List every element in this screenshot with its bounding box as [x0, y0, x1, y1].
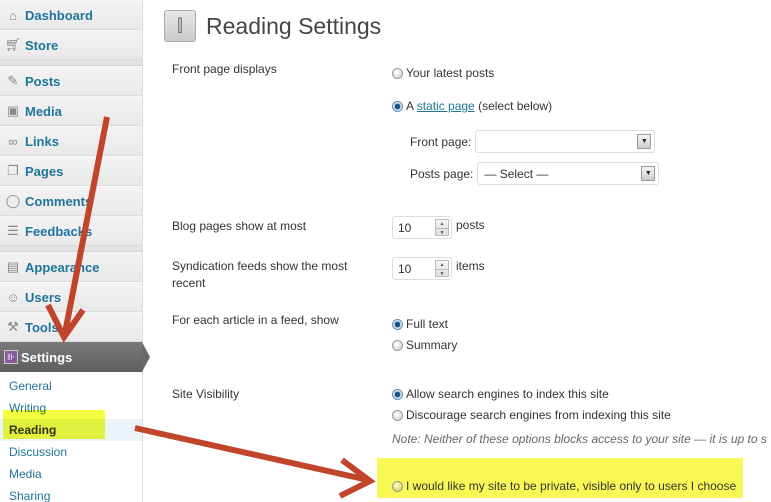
menu-users[interactable]: ☺ Users	[0, 282, 142, 312]
spin-up-icon[interactable]: ▲	[436, 220, 448, 229]
summary-option[interactable]: Summary	[392, 338, 457, 352]
number-value: 10	[398, 220, 412, 235]
menu-label: Store	[25, 37, 59, 53]
submenu-media[interactable]: Media	[0, 463, 142, 485]
full-text-option[interactable]: Full text	[392, 317, 448, 331]
menu-links[interactable]: ∞ Links	[0, 126, 142, 156]
syndication-row: 10 ▲ ▼ items	[392, 257, 485, 280]
menu-pages[interactable]: ❐ Pages	[0, 156, 142, 186]
select-value: — Select —	[484, 166, 549, 181]
menu-label: Tools	[25, 319, 59, 335]
users-icon: ☺	[6, 289, 20, 305]
menu-label: Media	[25, 103, 62, 119]
menu-tools[interactable]: ⚒ Tools	[0, 312, 142, 342]
summary-radio[interactable]	[392, 339, 403, 351]
allow-indexing-radio[interactable]	[392, 388, 403, 400]
page-title: Reading Settings	[206, 12, 382, 39]
pushpin-icon: ✎	[7, 73, 19, 88]
menu-label: Links	[25, 133, 59, 149]
media-icon: ▣	[6, 103, 20, 118]
syndication-input[interactable]: 10 ▲ ▼	[392, 257, 452, 280]
option-prefix: A	[406, 99, 417, 113]
blog-pages-input[interactable]: 10 ▲ ▼	[392, 216, 452, 239]
spin-up-icon[interactable]: ▲	[436, 261, 448, 270]
blog-pages-label: Blog pages show at most	[172, 219, 307, 233]
option-suffix: (select below)	[474, 99, 553, 113]
discourage-indexing-option[interactable]: Discourage search engines from indexing …	[392, 408, 671, 422]
number-spinner[interactable]: ▲ ▼	[435, 219, 449, 236]
dropdown-arrow-icon: ▼	[641, 166, 656, 181]
settings-sliders-icon: ⫿	[164, 10, 196, 42]
cart-icon: 🛒︎	[4, 37, 22, 52]
menu-dashboard[interactable]: ⌂ Dashboard	[0, 0, 142, 30]
pages-icon: ❐	[7, 163, 19, 178]
posts-page-label: Posts page:	[410, 166, 474, 181]
static-page-link[interactable]: static page	[417, 99, 475, 113]
private-site-option[interactable]: I would like my site to be private, visi…	[392, 479, 736, 493]
reading-highlight	[3, 410, 105, 439]
syndication-unit: items	[456, 258, 485, 273]
menu-label: Feedbacks	[25, 223, 93, 239]
link-icon: ∞	[8, 133, 18, 149]
menu-label: Pages	[25, 163, 64, 179]
submenu-sharing[interactable]: Sharing	[0, 485, 142, 502]
menu-label: Users	[25, 289, 62, 305]
blog-pages-unit: posts	[456, 217, 485, 232]
page-header: ⫿ Reading Settings	[164, 10, 381, 42]
spin-down-icon[interactable]: ▼	[436, 229, 448, 237]
menu-appearance[interactable]: ▤ Appearance	[0, 252, 142, 282]
menu-settings[interactable]: ⊪ Settings	[0, 342, 150, 372]
menu-label: Appearance	[25, 259, 100, 275]
tools-icon: ⚒	[7, 319, 19, 334]
static-page-option[interactable]: A static page (select below)	[392, 99, 552, 113]
option-label: Full text	[406, 317, 449, 331]
menu-label: Comments	[25, 193, 93, 209]
menu-label: Dashboard	[25, 7, 93, 23]
main-content: ⫿ Reading Settings Front page displays Y…	[155, 0, 771, 502]
menu-label: Posts	[25, 73, 61, 89]
number-spinner[interactable]: ▲ ▼	[435, 260, 449, 277]
option-label: I would like my site to be private, visi…	[406, 479, 737, 493]
feed-article-label: For each article in a feed, show	[172, 313, 339, 327]
dropdown-arrow-icon: ▼	[637, 134, 652, 149]
latest-posts-radio[interactable]	[392, 67, 403, 79]
menu-comments[interactable]: ◯ Comments	[0, 186, 142, 216]
option-label: Allow search engines to index this site	[406, 387, 609, 401]
blog-pages-row: 10 ▲ ▼ posts	[392, 216, 485, 239]
home-icon: ⌂	[9, 7, 17, 23]
submenu-general[interactable]: General	[0, 375, 142, 397]
menu-store[interactable]: 🛒︎ Store	[0, 30, 142, 60]
option-label: Summary	[406, 338, 458, 352]
submenu-discussion[interactable]: Discussion	[0, 441, 142, 463]
allow-indexing-option[interactable]: Allow search engines to index this site	[392, 387, 609, 401]
posts-page-select[interactable]: — Select — ▼	[477, 162, 660, 185]
front-page-row: Front page: ▼	[410, 130, 656, 153]
discourage-indexing-radio[interactable]	[392, 409, 403, 421]
number-value: 10	[398, 261, 412, 276]
syndication-label: Syndication feeds show the most recent	[172, 259, 348, 290]
private-site-radio[interactable]	[392, 480, 403, 492]
posts-page-row: Posts page: — Select — ▼	[410, 162, 660, 185]
feedback-icon: ☰	[7, 223, 19, 238]
comment-icon: ◯	[5, 193, 21, 208]
menu-label: Settings	[21, 349, 73, 365]
menu-posts[interactable]: ✎ Posts	[0, 66, 142, 96]
option-label: Discourage search engines from indexing …	[406, 408, 671, 422]
menu-media[interactable]: ▣ Media	[0, 96, 142, 126]
front-page-displays-label: Front page displays	[172, 62, 277, 76]
visibility-note: Note: Neither of these options blocks ac…	[392, 432, 767, 446]
latest-posts-option[interactable]: Your latest posts	[392, 66, 494, 80]
option-label: Your latest posts	[406, 66, 495, 80]
front-page-label: Front page:	[410, 134, 472, 149]
front-page-select[interactable]: ▼	[475, 130, 656, 153]
spin-down-icon[interactable]: ▼	[436, 270, 448, 278]
appearance-icon: ▤	[6, 259, 20, 274]
site-visibility-label: Site Visibility	[172, 387, 240, 401]
settings-icon: ⊪	[4, 350, 18, 364]
full-text-radio[interactable]	[392, 318, 403, 330]
static-page-radio[interactable]	[392, 100, 403, 112]
menu-feedbacks[interactable]: ☰ Feedbacks	[0, 216, 142, 246]
